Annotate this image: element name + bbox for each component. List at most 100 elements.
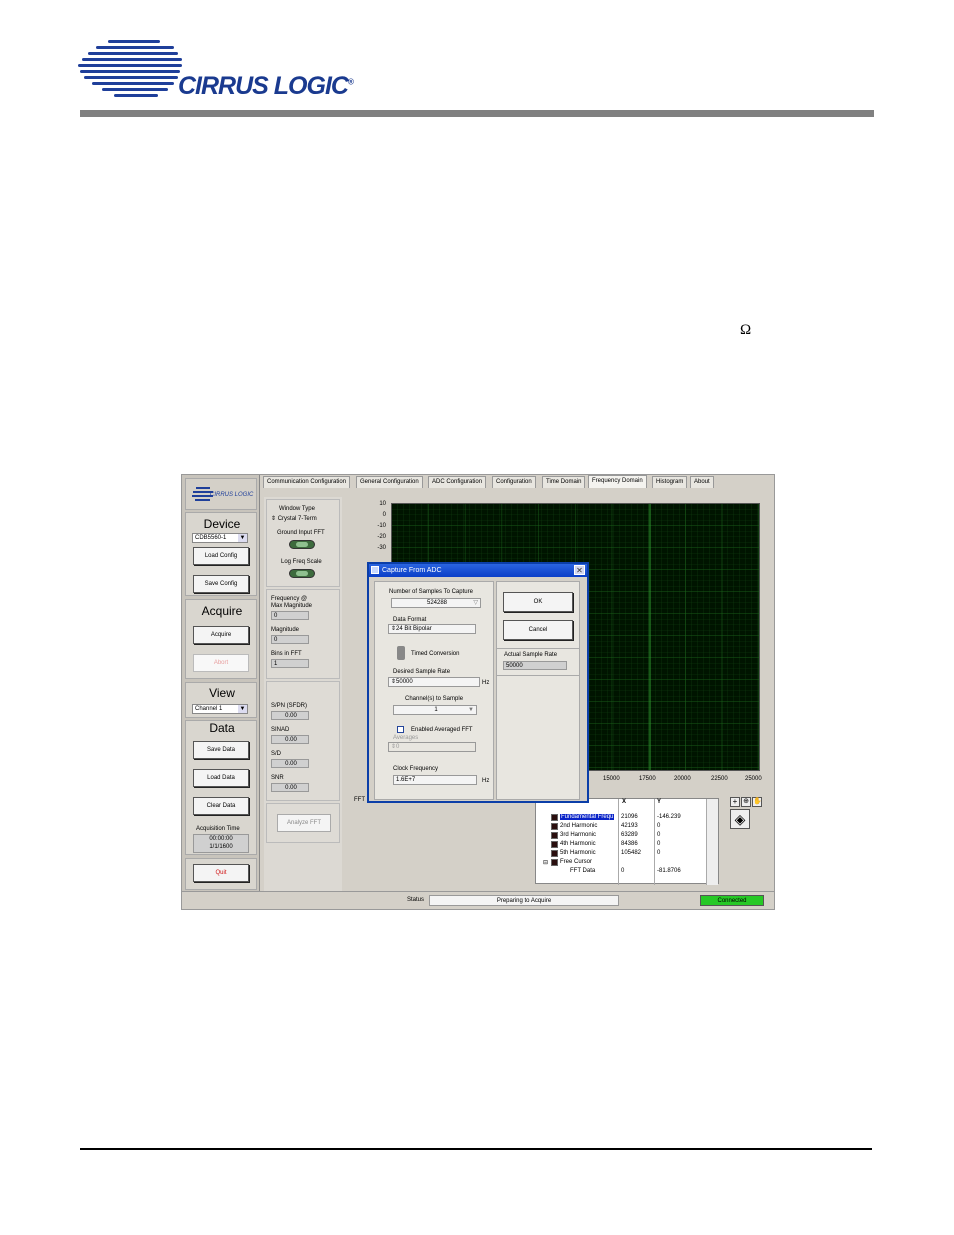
footer-rule bbox=[80, 1148, 872, 1150]
load-data-button[interactable]: Load Data bbox=[193, 769, 249, 787]
data-format-select[interactable]: ⇕24 Bit Bipolar bbox=[388, 624, 476, 634]
max-magnitude-label: Max Magnitude bbox=[271, 603, 313, 609]
actual-rate-value: 50000 bbox=[503, 661, 567, 670]
stepper-icon: ⇕ bbox=[271, 516, 277, 522]
dialog-actions-panel: OK Cancel Actual Sample Rate 50000 bbox=[496, 581, 580, 800]
row-x: 63289 bbox=[621, 832, 638, 838]
sinad-value: 0.00 bbox=[271, 735, 309, 744]
magnitude-section: Frequency @ Max Magnitude 0 Magnitude 0 … bbox=[266, 589, 340, 679]
connection-indicator: Connected bbox=[700, 895, 764, 906]
data-title: Data bbox=[209, 721, 235, 735]
tab-histogram[interactable]: Histogram bbox=[652, 476, 688, 488]
tab-bar: Communication Configuration General Conf… bbox=[262, 475, 774, 488]
tab-time-domain[interactable]: Time Domain bbox=[542, 476, 586, 488]
desired-rate-label: Desired Sample Rate bbox=[393, 669, 451, 675]
x-tick-label: 20000 bbox=[674, 776, 691, 782]
cursor-mover-icon[interactable]: ◈ bbox=[730, 809, 750, 829]
device-select[interactable]: CDB5560-1 ▼ bbox=[192, 533, 248, 543]
capture-settings-panel: Number of Samples To Capture 524288 ▽ Dat… bbox=[374, 581, 494, 800]
cancel-button[interactable]: Cancel bbox=[503, 620, 573, 640]
acquisition-time-clock: 00:00:00 bbox=[209, 836, 233, 842]
frequency-at-label: Frequency @ bbox=[271, 596, 308, 602]
magnitude-label: Magnitude bbox=[271, 627, 300, 633]
close-icon[interactable]: ✕ bbox=[574, 565, 585, 575]
hz-unit: Hz bbox=[482, 680, 490, 686]
averaged-fft-checkbox[interactable] bbox=[397, 726, 404, 733]
status-label: Status bbox=[407, 897, 425, 903]
data-format-value: 24 Bit Bipolar bbox=[396, 626, 432, 632]
ground-input-toggle[interactable] bbox=[289, 540, 315, 549]
table-scrollbar[interactable] bbox=[706, 799, 718, 885]
view-channel-select[interactable]: Channel 1 ▼ bbox=[192, 704, 248, 714]
ground-input-label: Ground Input FFT bbox=[277, 530, 325, 536]
timed-conversion-switch[interactable] bbox=[397, 646, 405, 660]
window-type-value: Crystal 7-Term bbox=[277, 516, 317, 522]
ok-button[interactable]: OK bbox=[503, 592, 573, 612]
column-x-header: X bbox=[622, 799, 627, 805]
row-x: 21096 bbox=[621, 814, 638, 820]
save-data-button[interactable]: Save Data bbox=[193, 741, 249, 759]
expand-icon[interactable]: ⊟ bbox=[543, 859, 548, 866]
window-type-select[interactable]: ⇕ Crystal 7-Term bbox=[271, 515, 317, 522]
tab-general-configuration[interactable]: General Configuration bbox=[356, 476, 423, 488]
cursor-table: X Y Fundamental Frequ 21096 -146.239 2nd… bbox=[535, 798, 719, 885]
row-y: 0 bbox=[657, 850, 661, 856]
channels-select[interactable]: 1 ▼ bbox=[393, 705, 477, 715]
metrics-section: S/PN (SFDR) 0.00 SINAD 0.00 S/D 0.00 SNR… bbox=[266, 681, 340, 801]
abort-button[interactable]: Abort bbox=[193, 654, 249, 672]
view-title: View bbox=[209, 686, 235, 700]
tab-configuration[interactable]: Configuration bbox=[492, 476, 536, 488]
clear-data-button[interactable]: Clear Data bbox=[193, 797, 249, 815]
color-swatch bbox=[551, 832, 558, 839]
app-logo-box: CIRRUS LOGIC bbox=[185, 478, 257, 510]
view-section: View Channel 1 ▼ bbox=[185, 682, 257, 718]
acquisition-time-label: Acquisition Time bbox=[196, 826, 240, 832]
y-tick-label: -20 bbox=[377, 534, 386, 540]
samples-value: 524288 bbox=[426, 600, 448, 606]
analyze-fft-button[interactable]: Analyze FFT bbox=[277, 814, 331, 832]
row-y: 0 bbox=[657, 832, 661, 838]
quit-button[interactable]: Quit bbox=[193, 864, 249, 882]
fft-settings-panel: Window Type ⇕ Crystal 7-Term Ground Inpu… bbox=[264, 497, 342, 891]
save-config-button[interactable]: Save Config bbox=[193, 575, 249, 593]
log-freq-toggle[interactable] bbox=[289, 569, 315, 578]
frequency-value: 0 bbox=[271, 611, 309, 620]
channels-label: Channel(s) to Sample bbox=[405, 696, 464, 702]
crosshair-icon[interactable]: + bbox=[730, 797, 740, 807]
row-y: -146.239 bbox=[657, 814, 681, 820]
desired-rate-value: 50000 bbox=[396, 679, 413, 685]
color-swatch bbox=[551, 841, 558, 848]
snr-label: SNR bbox=[271, 775, 284, 781]
averages-value: 0 bbox=[396, 744, 400, 750]
plot-bottom-label: FFT bbox=[354, 797, 365, 803]
chevron-down-icon: ▼ bbox=[238, 534, 247, 542]
tab-frequency-domain[interactable]: Frequency Domain bbox=[588, 475, 647, 488]
x-tick-label: 17500 bbox=[639, 776, 656, 782]
actual-rate-box: Actual Sample Rate 50000 bbox=[497, 648, 579, 676]
s-pn-value: 0.00 bbox=[271, 711, 309, 720]
s-pn-label: S/PN (SFDR) bbox=[271, 703, 307, 709]
acquisition-time-date: 1/1/1600 bbox=[209, 844, 233, 850]
zoom-icon[interactable]: ⊕ bbox=[741, 797, 751, 807]
averages-input[interactable]: ⇕0 bbox=[388, 742, 476, 752]
clock-frequency-input[interactable]: 1.6E+7 bbox=[393, 775, 477, 785]
row-x: 42193 bbox=[621, 823, 638, 829]
clock-frequency-label: Clock Frequency bbox=[393, 766, 439, 772]
device-title: Device bbox=[203, 517, 241, 531]
s-d-value: 0.00 bbox=[271, 759, 309, 768]
acquire-section: Acquire Acquire Abort bbox=[185, 599, 257, 679]
samples-select[interactable]: 524288 ▽ bbox=[391, 598, 481, 608]
tab-adc-configuration[interactable]: ADC Configuration bbox=[428, 476, 487, 488]
brand-name: CIRRUS LOGIC® bbox=[178, 72, 354, 100]
load-config-button[interactable]: Load Config bbox=[193, 547, 249, 565]
tab-about[interactable]: About bbox=[690, 476, 714, 488]
hand-icon[interactable]: ✋ bbox=[752, 797, 762, 807]
acquire-button[interactable]: Acquire bbox=[193, 626, 249, 644]
row-y: -81.8706 bbox=[657, 868, 681, 874]
row-name: FFT Data bbox=[570, 868, 596, 874]
color-swatch bbox=[551, 850, 558, 857]
desired-rate-input[interactable]: ⇕50000 bbox=[388, 677, 480, 687]
tab-communication-configuration[interactable]: Communication Configuration bbox=[263, 476, 351, 488]
row-name: 4th Harmonic bbox=[560, 841, 596, 847]
row-name: 3rd Harmonic bbox=[560, 832, 597, 838]
